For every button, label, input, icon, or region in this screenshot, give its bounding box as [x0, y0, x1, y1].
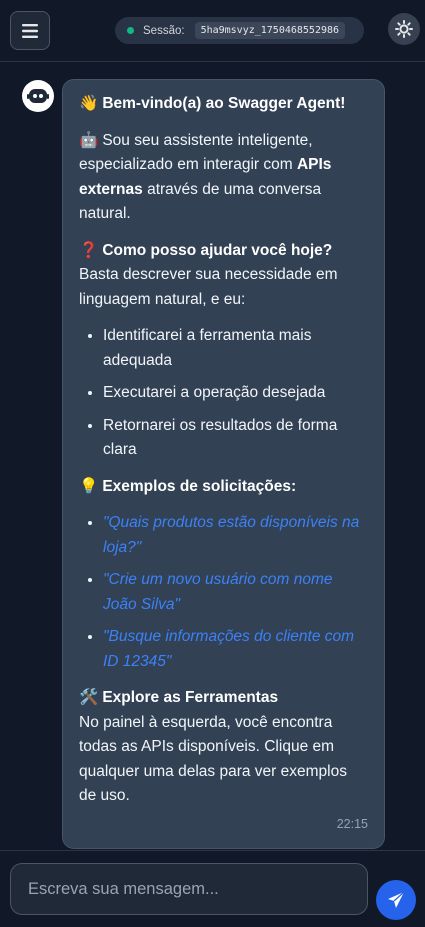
menu-button[interactable]: [10, 11, 50, 50]
help-title: Como posso ajudar você hoje?: [102, 241, 333, 259]
light-bulb-icon: 💡: [79, 477, 99, 495]
welcome-title: Bem-vindo(a) ao Swagger Agent!: [102, 95, 346, 112]
intro-text: Sou seu assistente inteligente, especial…: [79, 131, 313, 174]
tools-text: No painel à esquerda, você encontra toda…: [79, 713, 347, 805]
example-prompt[interactable]: "Busque informações do cliente com ID 12…: [103, 625, 368, 674]
status-dot: [127, 27, 134, 34]
question-mark-icon: ❓: [79, 241, 99, 259]
hamburger-icon: [22, 23, 38, 38]
help-text: Basta descrever sua necessidade em lingu…: [79, 266, 338, 308]
top-bar: Sessão: 5ha9msvyz_1750468552986: [0, 0, 425, 62]
composer-bar: [0, 850, 425, 927]
intro-paragraph: 🤖 Sou seu assistente inteligente, especi…: [79, 129, 368, 227]
tools-icon: 🛠️: [79, 689, 99, 706]
send-button[interactable]: [376, 880, 416, 920]
message-input[interactable]: [10, 863, 368, 915]
tools-paragraph: 🛠️ Explore as Ferramentas No painel à es…: [79, 686, 368, 809]
welcome-heading: 👋 Bem-vindo(a) ao Swagger Agent!: [79, 92, 368, 117]
waving-hand-icon: 👋: [79, 95, 99, 112]
tools-title: Explore as Ferramentas: [102, 689, 279, 706]
chat-area[interactable]: 👋 Bem-vindo(a) ao Swagger Agent! 🤖 Sou s…: [0, 63, 425, 850]
session-label: Sessão:: [143, 24, 185, 37]
help-paragraph: ❓ Como posso ajudar você hoje? Basta des…: [79, 239, 368, 313]
message-timestamp: 22:15: [336, 816, 368, 831]
robot-emoji-icon: 🤖: [79, 131, 99, 149]
theme-toggle-button[interactable]: [388, 13, 420, 45]
bot-avatar: [22, 80, 54, 112]
sun-icon: [395, 20, 413, 38]
robot-icon: [27, 89, 49, 103]
session-id: 5ha9msvyz_1750468552986: [194, 22, 346, 39]
list-item: Retornarei os resultados de forma clara: [103, 414, 368, 463]
steps-list: Identificarei a ferramenta mais adequada…: [103, 324, 368, 463]
paper-plane-icon: [388, 891, 405, 908]
examples-heading: 💡 Exemplos de solicitações:: [79, 475, 368, 500]
example-prompt[interactable]: "Quais produtos estão disponíveis na loj…: [103, 511, 368, 560]
assistant-message: 👋 Bem-vindo(a) ao Swagger Agent! 🤖 Sou s…: [62, 79, 385, 849]
list-item: Identificarei a ferramenta mais adequada: [103, 324, 368, 373]
examples-list: "Quais produtos estão disponíveis na loj…: [103, 511, 368, 674]
example-prompt[interactable]: "Crie um novo usuário com nome João Silv…: [103, 568, 368, 617]
list-item: Executarei a operação desejada: [103, 381, 368, 406]
session-indicator: Sessão: 5ha9msvyz_1750468552986: [115, 17, 364, 44]
examples-title: Exemplos de solicitações:: [102, 477, 297, 495]
